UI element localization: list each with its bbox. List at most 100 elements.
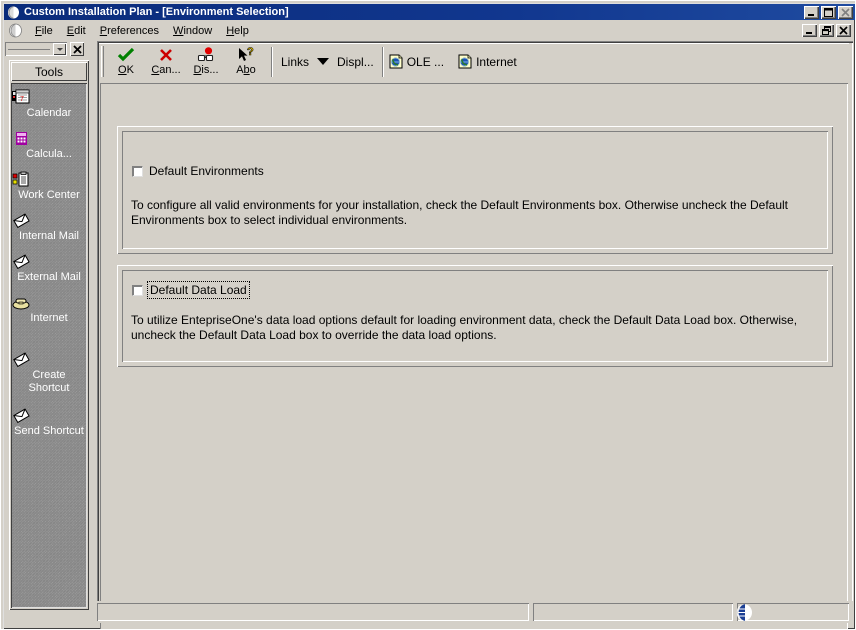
links-label[interactable]: Links <box>278 55 312 69</box>
globe-logo-icon <box>734 604 756 621</box>
tool-item-work-center[interactable]: Work Center <box>11 171 87 202</box>
menu-label-file: ile <box>41 24 53 37</box>
chevron-down-icon[interactable] <box>53 43 66 55</box>
display-button-label: Dis... <box>193 64 219 76</box>
menu-accel: P <box>99 24 108 37</box>
app-logo-icon <box>7 5 20 19</box>
default-data-load-checkbox-row[interactable]: Default Data Load <box>132 281 250 299</box>
panel-default-environments: Default Environments To configure all va… <box>117 126 833 254</box>
default-data-load-label: Default Data Load <box>147 281 250 299</box>
tool-item-calculator[interactable]: Calcula... <box>11 130 87 161</box>
menu-accel: H <box>226 24 235 37</box>
close-button[interactable] <box>838 5 853 19</box>
globe-page-icon <box>389 54 403 69</box>
envelope-icon <box>11 253 87 271</box>
toolbar-grip[interactable] <box>101 46 104 77</box>
help-cursor-icon: ? <box>236 47 256 63</box>
menu-item-file[interactable]: File <box>28 23 60 39</box>
chevron-down-icon[interactable] <box>317 58 330 65</box>
red-x-icon <box>156 47 176 63</box>
default-environments-checkbox-row[interactable]: Default Environments <box>132 164 264 178</box>
menu-item-window[interactable]: Window <box>166 23 219 39</box>
menu-accel: F <box>35 24 42 37</box>
toolbar-separator <box>382 47 384 77</box>
tools-header[interactable]: Tools <box>11 62 87 81</box>
tool-item-send-shortcut[interactable]: Send Shortcut <box>11 407 87 438</box>
tool-item-internet[interactable]: Internet <box>11 294 87 325</box>
form-area: Default Environments To configure all va… <box>100 83 848 629</box>
ok-button-label: OK <box>118 64 134 76</box>
svg-text:?: ? <box>247 47 254 58</box>
menu-label-window: indow <box>183 24 213 37</box>
envelope-icon <box>11 407 87 425</box>
mdi-child-controls <box>802 24 854 37</box>
default-environments-checkbox[interactable] <box>132 165 143 177</box>
default-environments-description: To configure all valid environments for … <box>131 198 788 227</box>
title-bar: Custom Installation Plan - [Environment … <box>4 4 855 20</box>
toolbar: OK Can... Dis... ? Abo Links Displ... OL… <box>99 43 849 80</box>
menu-bar: File Edit Preferences Window Help <box>4 21 854 40</box>
child-close-button[interactable] <box>836 24 851 37</box>
about-button-label: Abo <box>236 64 256 76</box>
tool-label: Calendar <box>26 107 72 119</box>
display-dropdown-label[interactable]: Displ... <box>334 55 377 69</box>
menu-label-help: elp <box>234 24 249 37</box>
menu-item-edit[interactable]: Edit <box>60 23 93 39</box>
status-bar <box>97 601 853 623</box>
default-data-load-checkbox[interactable] <box>132 284 143 296</box>
client-area: OK Can... Dis... ? Abo Links Displ... OL… <box>97 41 853 629</box>
tool-item-internal-mail[interactable]: Internal Mail <box>11 212 87 243</box>
status-middle-panel <box>533 603 733 621</box>
menu-label-preferences: references <box>107 24 160 37</box>
menu-item-help[interactable]: Help <box>219 23 256 39</box>
tool-label: External Mail <box>17 271 81 283</box>
internet-link-label: Internet <box>476 54 517 69</box>
window-title: Custom Installation Plan - [Environment … <box>24 6 289 18</box>
clipboard-icon <box>11 171 87 189</box>
tool-item-calendar[interactable]: 7 Calendar <box>11 89 87 120</box>
tools-list: 7 Calendar Calcula... Work Center Intern… <box>11 83 87 608</box>
child-minimize-button[interactable] <box>802 24 817 37</box>
cancel-button-label: Can... <box>151 64 181 76</box>
tool-label: Calcula... <box>26 148 72 160</box>
combo-value <box>8 48 50 50</box>
globe-page-icon <box>458 54 472 69</box>
tools-pane-close-button[interactable] <box>70 42 84 56</box>
panel-inner-border <box>122 131 828 249</box>
envelope-icon <box>11 351 87 369</box>
default-environments-label: Default Environments <box>149 164 264 178</box>
default-data-load-description: To utilize EntepriseOne's data load opti… <box>131 313 798 342</box>
tools-combo-row <box>5 41 93 57</box>
tool-item-create-shortcut[interactable]: Create Shortcut <box>11 351 87 395</box>
tool-label: Internet <box>30 312 68 324</box>
tool-label: Work Center <box>18 189 80 201</box>
application-window: Custom Installation Plan - [Environment … <box>0 0 856 630</box>
child-restore-button[interactable] <box>819 24 834 37</box>
menu-accel: E <box>66 24 75 37</box>
document-logo-icon[interactable] <box>8 23 23 38</box>
panel-default-data-load: Default Data Load To utilize EntepriseOn… <box>117 265 833 367</box>
envelope-icon <box>11 212 87 230</box>
tools-pane: Tools 7 Calendar Calcula... Work Center … <box>5 41 93 615</box>
tool-label: Send Shortcut <box>14 425 84 437</box>
maximize-button[interactable] <box>821 5 836 19</box>
calculator-icon <box>11 130 87 148</box>
display-button[interactable]: Dis... <box>186 45 226 79</box>
toolbar-separator <box>271 47 273 77</box>
menu-item-preferences[interactable]: Preferences <box>93 23 166 39</box>
about-button[interactable]: ? Abo <box>226 45 266 79</box>
menu-accel: W <box>173 24 184 37</box>
internet-link[interactable]: Internet <box>458 54 517 69</box>
tool-label: Create Shortcut <box>28 369 70 394</box>
ole-link-label: OLE ... <box>406 54 445 69</box>
calendar-icon: 7 <box>11 89 87 107</box>
green-check-icon <box>116 47 136 63</box>
minimize-button[interactable] <box>804 5 819 19</box>
cancel-button[interactable]: Can... <box>146 45 186 79</box>
status-left-panel <box>97 603 529 621</box>
tool-item-external-mail[interactable]: External Mail <box>11 253 87 284</box>
svg-text:7: 7 <box>20 96 24 103</box>
ole-link[interactable]: OLE ... <box>389 54 444 69</box>
ok-button[interactable]: OK <box>106 45 146 79</box>
tools-combo[interactable] <box>5 42 67 56</box>
